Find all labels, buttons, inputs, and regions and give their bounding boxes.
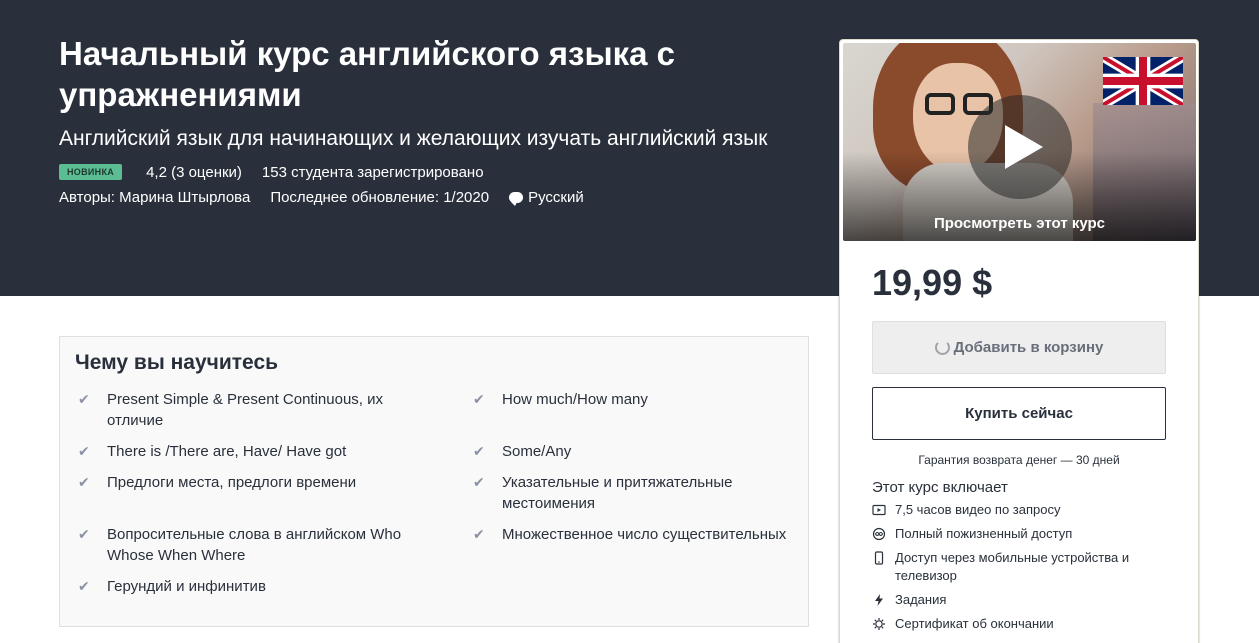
purchase-card: Просмотреть этот курс 19,99 $ Добавить в… (839, 39, 1199, 643)
course-stats: НОВИНКА 4,2 (3 оценки) 153 студента заре… (59, 163, 819, 181)
includes-text: Сертификат об окончании (895, 616, 1054, 631)
learn-item: ✔ Предлоги места, предлоги времени (78, 472, 408, 493)
check-icon: ✔ (473, 391, 485, 407)
includes-item: Задания (872, 591, 1168, 609)
buy-now-button[interactable]: Купить сейчас (872, 387, 1166, 440)
mobile-icon (874, 551, 884, 565)
includes-text: Полный пожизненный доступ (895, 526, 1073, 541)
includes-text: Задания (895, 592, 947, 607)
certificate-icon (873, 618, 885, 630)
course-preview-video[interactable]: Просмотреть этот курс (843, 43, 1196, 241)
learn-item-text: Present Simple & Present Continuous, их … (107, 391, 384, 429)
loading-spinner-icon (934, 340, 950, 355)
learn-item-text: There is /There are, Have/ Have got (107, 443, 347, 460)
enrolled-count: 153 студента зарегистрировано (261, 163, 484, 181)
learn-item: ✔ Вопросительные слова в английском Who … (78, 524, 408, 566)
infinity-icon (872, 527, 886, 541)
speech-bubble-icon (509, 192, 524, 206)
play-icon (1005, 125, 1043, 169)
learn-item: ✔ How much/How many (473, 389, 803, 410)
add-to-cart-button[interactable]: Добавить в корзину (872, 321, 1166, 374)
learn-item: ✔ Present Simple & Present Continuous, и… (78, 389, 408, 431)
course-title: Начальный курс английского языка с упраж… (59, 35, 676, 113)
preview-label: Просмотреть этот курс (933, 215, 1106, 232)
preview-glasses-left (925, 93, 955, 115)
course-price: 19,99 $ (872, 262, 993, 303)
course-rating[interactable]: 4,2 (3 оценки) (146, 164, 242, 181)
learn-item: ✔ Указательные и притяжательные местоиме… (473, 472, 803, 514)
check-icon: ✔ (473, 526, 485, 542)
course-authors[interactable]: Авторы: Марина Штырлова (59, 189, 250, 206)
lightning-icon (875, 594, 883, 606)
check-icon: ✔ (78, 443, 90, 459)
learn-item-text: Герундий и инфинитив (107, 578, 266, 595)
video-icon (872, 504, 886, 516)
learn-item-text: Предлоги места, предлоги времени (107, 474, 357, 491)
add-to-cart-label: Добавить в корзину (953, 339, 1104, 356)
what-you-will-learn: Чему вы научитесь ✔ Present Simple & Pre… (59, 336, 809, 627)
learn-item: ✔ Множественное число существительных (473, 524, 803, 545)
includes-text: Доступ через мобильные устройства и теле… (895, 550, 1130, 583)
check-icon: ✔ (78, 526, 90, 542)
learn-item-text: Вопросительные слова в английском Who Wh… (107, 526, 402, 564)
check-icon: ✔ (78, 391, 90, 407)
new-badge: НОВИНКА (59, 164, 123, 180)
check-icon: ✔ (78, 578, 90, 594)
money-back-guarantee: Гарантия возврата денег — 30 дней (918, 453, 1120, 467)
check-icon: ✔ (473, 443, 485, 459)
purchase-card-body: 19,99 $ Добавить в корзину Купить сейчас… (872, 255, 1168, 639)
check-icon: ✔ (78, 474, 90, 490)
learn-item-text: Указательные и притяжательные местоимени… (502, 474, 733, 512)
includes-text: 7,5 часов видео по запросу (895, 502, 1061, 517)
includes-list: 7,5 часов видео по запросу Полный пожизн… (872, 501, 1168, 633)
learn-item-text: Множественное число существительных (502, 526, 787, 543)
includes-item: Доступ через мобильные устройства и теле… (872, 549, 1168, 585)
course-header-content: Начальный курс английского языка с упраж… (59, 33, 819, 206)
includes-item: Полный пожизненный доступ (872, 525, 1168, 543)
uk-flag-icon (1103, 57, 1183, 105)
last-updated: Последнее обновление: 1/2020 (270, 189, 490, 206)
course-language: Русский (509, 189, 584, 206)
learn-item: ✔ Герундий и инфинитив (78, 576, 408, 597)
course-subtitle: Английский язык для начинающих и желающи… (59, 127, 768, 150)
language-label: Русский (528, 189, 584, 206)
includes-item: 7,5 часов видео по запросу (872, 501, 1168, 519)
includes-item: Сертификат об окончании (872, 615, 1168, 633)
learn-item-text: How much/How many (502, 391, 648, 408)
learn-item: ✔ Some/Any (473, 441, 803, 462)
includes-title: Этот курс включает (872, 479, 1008, 496)
learn-title: Чему вы научитесь (75, 351, 279, 374)
learn-item: ✔ There is /There are, Have/ Have got (78, 441, 408, 462)
learn-item-text: Some/Any (502, 443, 572, 460)
course-meta: Авторы: Марина Штырлова Последнее обновл… (59, 189, 819, 206)
check-icon: ✔ (473, 474, 485, 490)
